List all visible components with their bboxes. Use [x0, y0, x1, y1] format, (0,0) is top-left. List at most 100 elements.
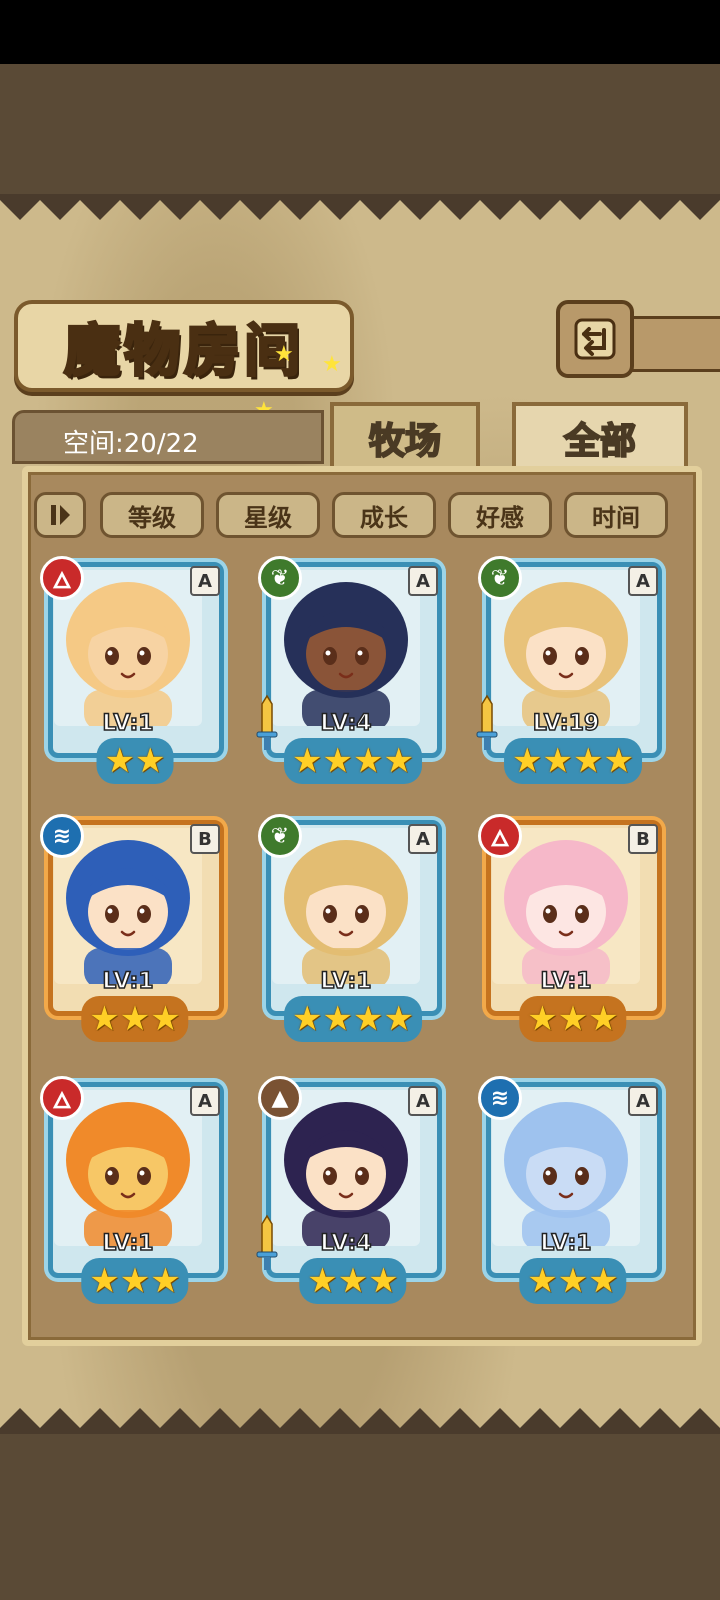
star-icon: ★	[603, 741, 634, 781]
star-icon: ★	[353, 999, 384, 1039]
tab-ranch-label: 牧场	[368, 420, 442, 463]
star-icon: ★	[119, 1261, 151, 1301]
map-band-bottom	[0, 1434, 720, 1600]
rank-badge: A	[408, 1086, 438, 1116]
sort-button-label: 好感	[476, 503, 524, 532]
monster-level: LV:1	[102, 710, 155, 737]
star-rating: ★ ★ ★	[81, 1258, 189, 1304]
star-rating: ★ ★	[96, 738, 174, 784]
monster-card[interactable]: LV:1 🜂 B ★ ★ ★	[478, 814, 668, 1042]
monster-level: LV:4	[320, 1230, 373, 1257]
rank-badge: B	[628, 824, 658, 854]
star-icon: ★	[588, 999, 619, 1039]
monster-card[interactable]: LV:1 🜂 A ★ ★	[40, 556, 230, 784]
star-icon: ★	[337, 1261, 369, 1301]
monster-level: LV:19	[532, 710, 600, 737]
title-plaque: 魔物房间	[14, 300, 354, 392]
sparkle-icon: ★	[274, 342, 294, 367]
fire-icon: 🜂	[40, 1076, 84, 1120]
space-counter: 空间:20/22	[63, 429, 199, 459]
earth-icon: ▲	[258, 1076, 302, 1120]
star-rating: ★ ★ ★	[519, 996, 627, 1042]
leaf-icon: ❦	[258, 556, 302, 600]
star-icon: ★	[383, 741, 414, 781]
sparkle-icon: ★	[322, 352, 342, 377]
sort-button-label: 时间	[592, 503, 640, 532]
monster-card[interactable]: LV:1 ≋ A ★ ★ ★	[478, 1076, 668, 1304]
sort-button-affinity[interactable]: 好感	[448, 492, 552, 538]
water-icon: ≋	[40, 814, 84, 858]
rank-badge: A	[628, 1086, 658, 1116]
star-icon: ★	[150, 1261, 181, 1301]
star-icon: ★	[368, 1261, 399, 1301]
star-icon: ★	[573, 741, 604, 781]
star-icon: ★	[353, 741, 384, 781]
back-arrow-icon	[574, 318, 616, 360]
star-icon: ★	[119, 999, 151, 1039]
rank-badge: B	[190, 824, 220, 854]
tab-ranch[interactable]: 牧场	[330, 402, 480, 474]
map-band-top	[0, 64, 720, 194]
star-rating: ★ ★ ★	[81, 996, 189, 1042]
rank-badge: A	[408, 824, 438, 854]
star-rating: ★ ★ ★	[299, 1258, 407, 1304]
star-rating: ★ ★ ★	[519, 1258, 627, 1304]
star-icon: ★	[292, 741, 323, 781]
monster-card[interactable]: LV:4 ▲ A ★ ★ ★	[256, 1076, 448, 1304]
star-icon: ★	[292, 999, 323, 1039]
sort-button-label: 等级	[128, 503, 176, 532]
space-counter-bar: 空间:20/22	[12, 410, 324, 464]
star-icon: ★	[322, 741, 353, 781]
star-icon: ★	[557, 999, 589, 1039]
sort-button-label: 星级	[244, 503, 292, 532]
back-button-tab	[628, 316, 720, 372]
zigzag-top	[0, 194, 720, 220]
monster-level: LV:1	[102, 968, 155, 995]
monster-level: LV:1	[540, 1230, 593, 1257]
monster-card[interactable]: LV:1 ❦ A ★ ★ ★ ★	[258, 814, 448, 1042]
sword-icon	[476, 694, 498, 750]
zigzag-bottom	[0, 1408, 720, 1434]
rank-badge: A	[628, 566, 658, 596]
monster-level: LV:1	[540, 968, 593, 995]
star-icon: ★	[542, 741, 573, 781]
monster-level: LV:1	[102, 1230, 155, 1257]
fire-icon: 🜂	[478, 814, 522, 858]
star-icon: ★	[135, 741, 166, 781]
sword-icon	[256, 694, 278, 750]
star-icon: ★	[307, 1261, 338, 1301]
monster-level: LV:4	[320, 710, 373, 737]
star-icon: ★	[322, 999, 353, 1039]
star-icon: ★	[588, 1261, 619, 1301]
star-rating: ★ ★ ★ ★	[284, 996, 422, 1042]
sort-order-toggle[interactable]	[34, 492, 86, 538]
rank-badge: A	[408, 566, 438, 596]
monster-card[interactable]: LV:1 🜂 A ★ ★ ★	[40, 1076, 230, 1304]
rank-badge: A	[190, 566, 220, 596]
star-rating: ★ ★ ★ ★	[504, 738, 642, 784]
water-icon: ≋	[478, 1076, 522, 1120]
monster-level: LV:1	[320, 968, 373, 995]
star-icon: ★	[557, 1261, 589, 1301]
sort-order-icon	[51, 505, 70, 525]
sort-button-level[interactable]: 等级	[100, 492, 204, 538]
monster-card[interactable]: LV:4 ❦ A ★ ★ ★ ★	[256, 556, 448, 784]
star-icon: ★	[150, 999, 181, 1039]
star-icon: ★	[512, 741, 543, 781]
sort-button-label: 成长	[360, 503, 408, 532]
monster-card[interactable]: LV:19 ❦ A ★ ★ ★ ★	[476, 556, 668, 784]
tab-all-label: 全部	[563, 420, 637, 463]
page-title: 魔物房间	[63, 317, 304, 385]
sort-button-time[interactable]: 时间	[564, 492, 668, 538]
star-icon: ★	[527, 999, 558, 1039]
status-bar	[0, 0, 720, 64]
star-icon: ★	[527, 1261, 558, 1301]
sort-button-stars[interactable]: 星级	[216, 492, 320, 538]
leaf-icon: ❦	[258, 814, 302, 858]
rank-badge: A	[190, 1086, 220, 1116]
monster-card[interactable]: LV:1 ≋ B ★ ★ ★	[40, 814, 230, 1042]
fire-icon: 🜂	[40, 556, 84, 600]
tab-all[interactable]: 全部	[512, 402, 688, 474]
back-button[interactable]	[556, 300, 634, 378]
sort-button-growth[interactable]: 成长	[332, 492, 436, 538]
